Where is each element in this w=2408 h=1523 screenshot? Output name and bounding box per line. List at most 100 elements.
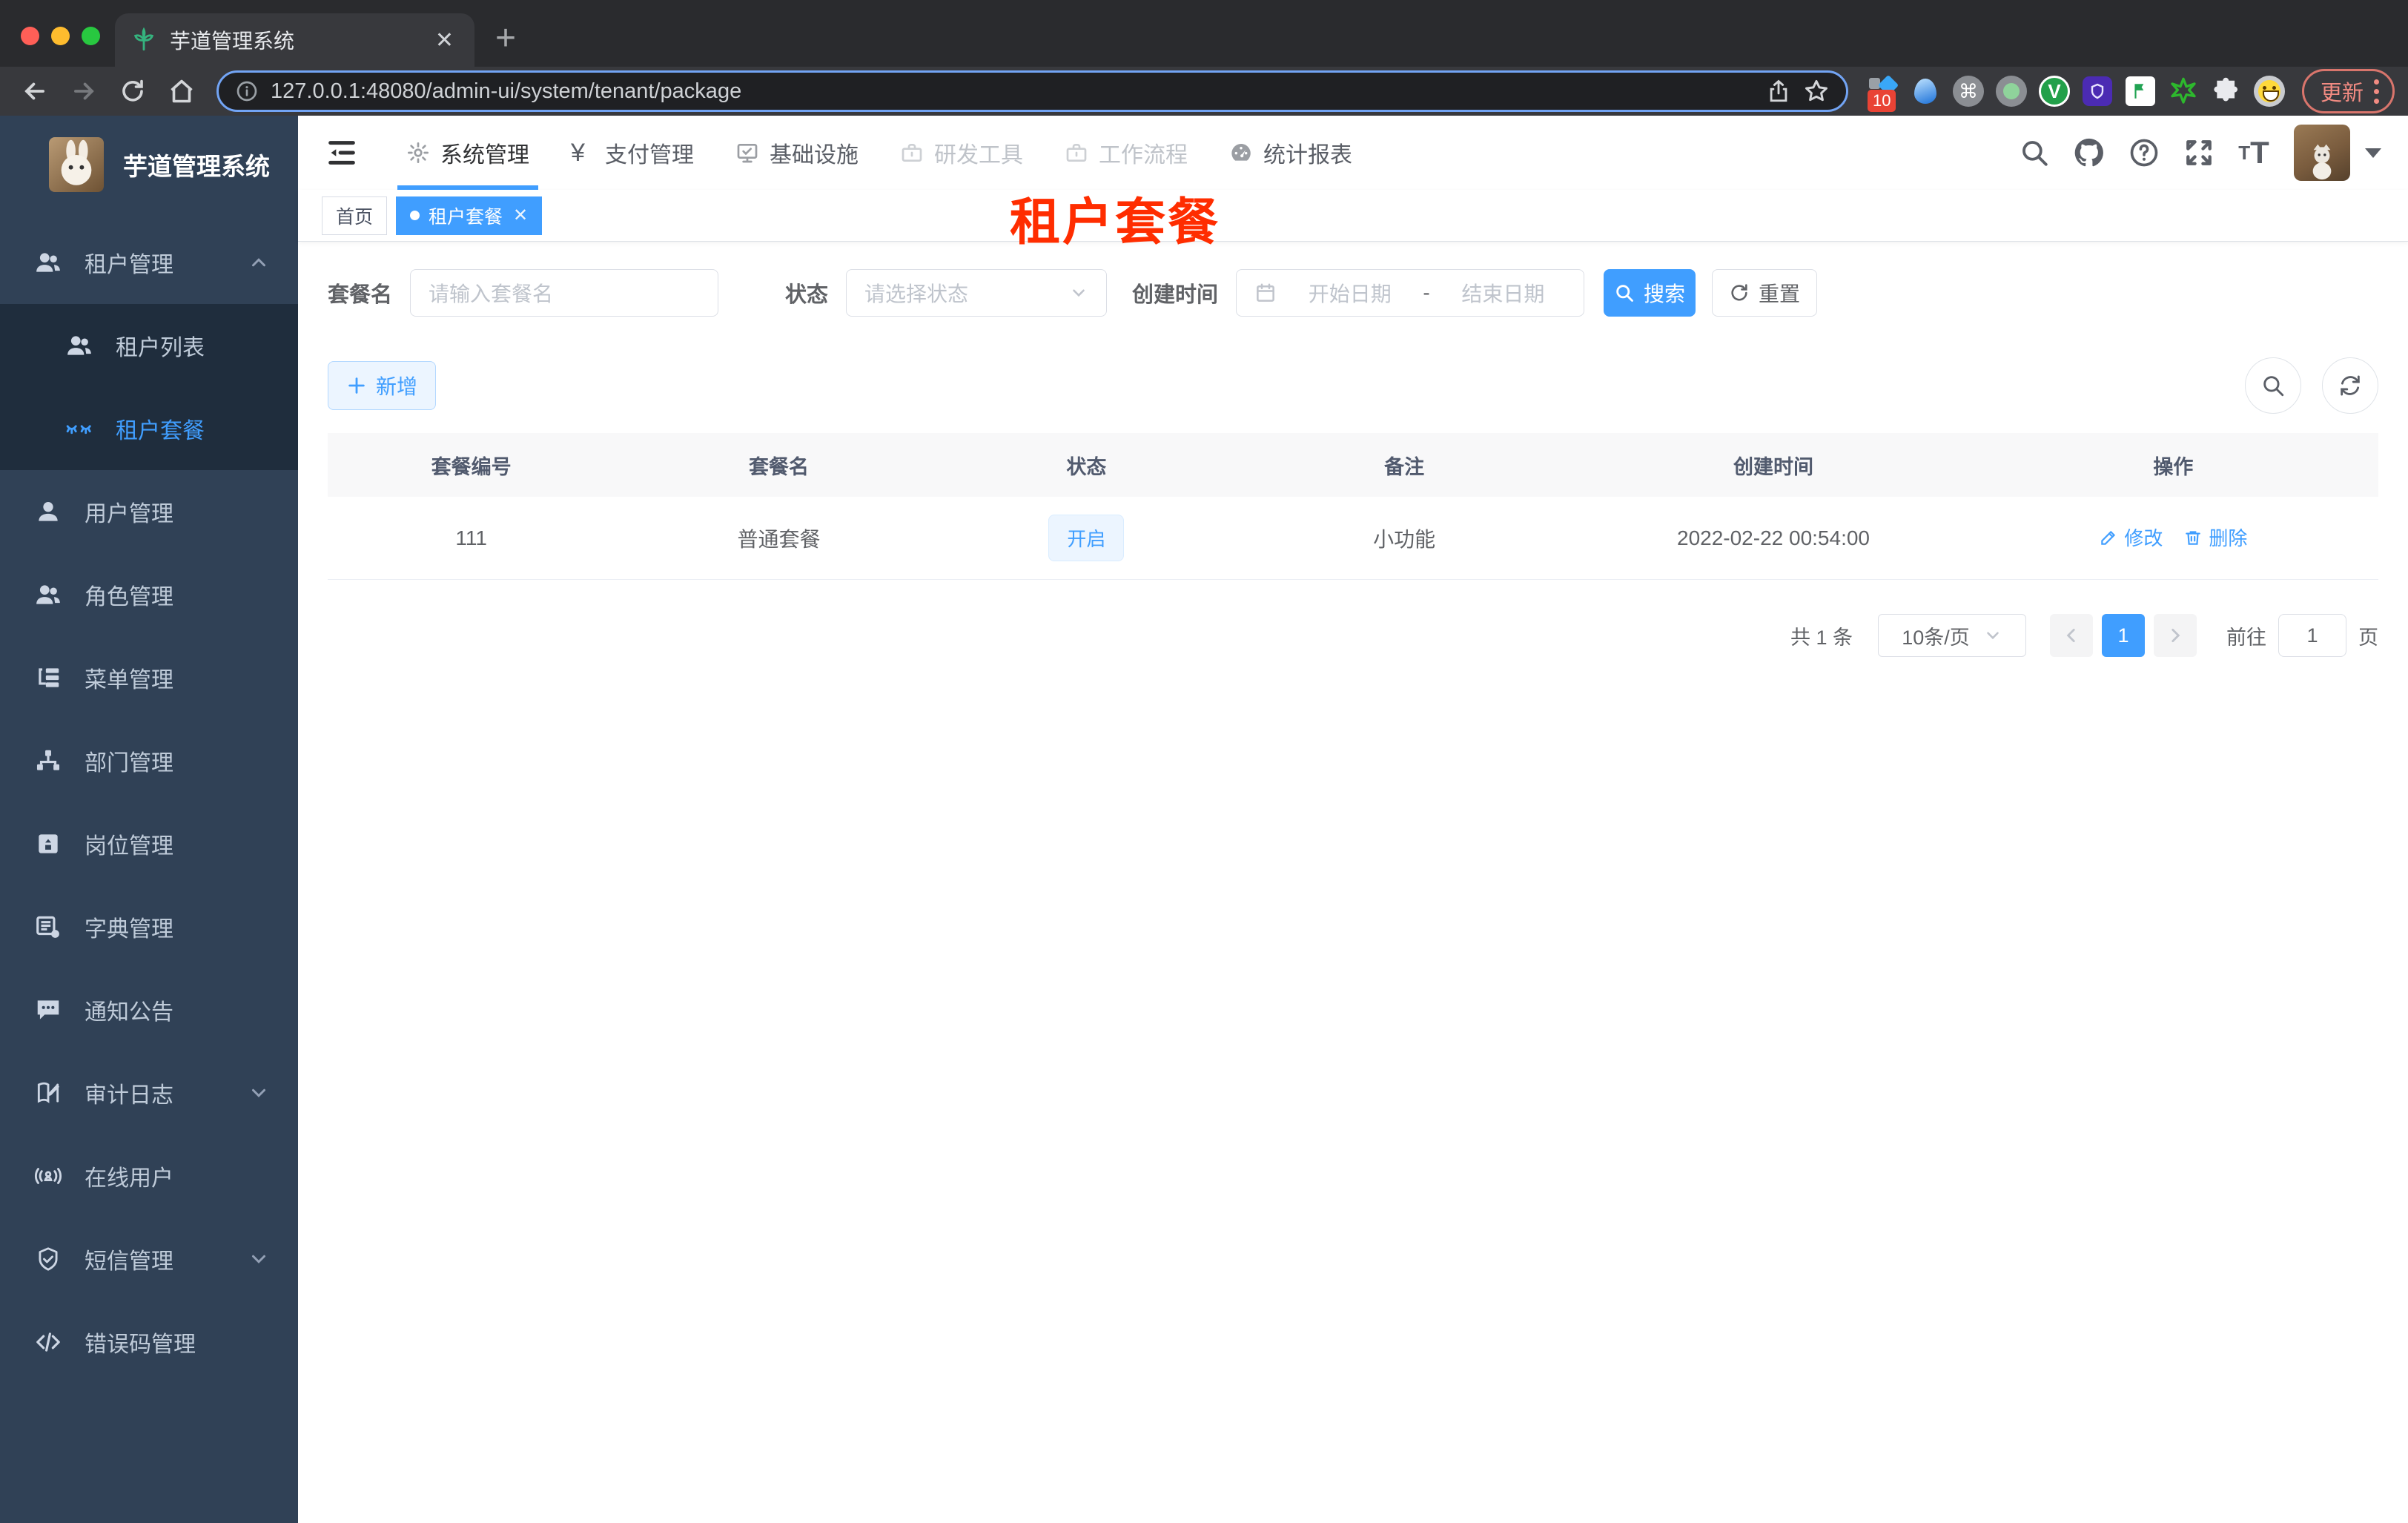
tags-view: 首页 租户套餐 ✕ [298, 190, 2408, 242]
extension-gem-icon[interactable] [1909, 75, 1942, 108]
tag-tenant-package[interactable]: 租户套餐 ✕ [396, 196, 543, 235]
range-separator: - [1423, 281, 1430, 304]
home-button[interactable] [160, 70, 203, 113]
extension-v-icon[interactable]: V [2038, 75, 2071, 108]
tab-title: 芋道管理系统 [170, 30, 295, 53]
help-icon[interactable] [2125, 133, 2163, 172]
trash-icon [2186, 531, 2201, 545]
forward-button[interactable] [62, 70, 105, 113]
goto-page-input[interactable]: 1 [2278, 614, 2346, 657]
broadcast-user-icon [35, 1168, 62, 1184]
tab-close-icon[interactable]: ✕ [431, 27, 458, 53]
date-range-picker[interactable]: 开始日期 - 结束日期 [1236, 269, 1585, 317]
edit-link[interactable]: 修改 [2099, 523, 2163, 551]
topnav-infra[interactable]: 基础设施 [715, 116, 879, 190]
sidebar-item-audit-log[interactable]: 审计日志 [0, 1051, 298, 1134]
refresh-table-button[interactable] [2322, 357, 2378, 414]
extension-star-icon[interactable] [2167, 75, 2200, 108]
sidebar-item-post-management[interactable]: 岗位管理 [0, 802, 298, 885]
search-icon [2263, 376, 2284, 397]
sidebar-item-tenant-list[interactable]: 租户列表 [0, 304, 298, 387]
org-chart-icon [36, 750, 60, 770]
extension-badge: 10 [1867, 90, 1896, 112]
site-info-icon[interactable] [235, 79, 259, 103]
next-page-button[interactable] [2154, 614, 2197, 657]
prev-page-button[interactable] [2050, 614, 2093, 657]
topnav-system[interactable]: 系统管理 [386, 116, 550, 190]
github-icon[interactable] [2070, 133, 2108, 172]
bookmark-star-icon[interactable] [1803, 78, 1830, 105]
extension-tiles-icon[interactable]: 10 [1866, 74, 1899, 112]
sidebar-item-role-management[interactable]: 角色管理 [0, 553, 298, 636]
tag-home[interactable]: 首页 [322, 196, 388, 235]
package-name-input[interactable]: 请输入套餐名 [410, 269, 719, 317]
column-header: 状态 [1066, 455, 1107, 478]
sidebar-item-dict-management[interactable]: 字典管理 [0, 885, 298, 968]
sidebar-item-online-users[interactable]: 在线用户 [0, 1134, 298, 1218]
new-tab-button[interactable]: + [495, 16, 516, 61]
sidebar-item-notice[interactable]: 通知公告 [0, 968, 298, 1051]
extensions-puzzle-icon[interactable] [2210, 75, 2243, 108]
fullscreen-icon[interactable] [2180, 133, 2218, 172]
extension-dot-icon[interactable] [1995, 75, 2028, 108]
extension-emoji-icon[interactable] [2253, 75, 2286, 108]
active-dot [410, 211, 420, 220]
topnav-report[interactable]: 统计报表 [1208, 116, 1373, 190]
total-count: 共 1 条 [1790, 626, 1853, 649]
extension-icons: 10 ⌘ V [1866, 74, 2286, 112]
extension-command-icon[interactable]: ⌘ [1952, 75, 1985, 108]
topnav-pay[interactable]: ¥ 支付管理 [550, 116, 715, 190]
browser-menu-icon[interactable] [2374, 79, 2379, 104]
browser-tabstrip: 芋道管理系统 ✕ + [0, 0, 2408, 67]
tag-close-icon[interactable]: ✕ [513, 205, 528, 226]
extension-flag-icon[interactable] [2124, 75, 2157, 108]
reload-button[interactable] [111, 70, 154, 113]
address-bar[interactable]: 127.0.0.1:48080/admin-ui/system/tenant/p… [216, 70, 1848, 112]
end-date-placeholder[interactable]: 结束日期 [1440, 278, 1566, 308]
sidebar-collapse-icon[interactable] [325, 136, 359, 170]
window-controls[interactable] [21, 27, 100, 45]
briefcase-icon [902, 144, 922, 162]
badge-icon [39, 834, 58, 853]
sidebar-item-tenant-management[interactable]: 租户管理 [0, 221, 298, 304]
start-date-placeholder[interactable]: 开始日期 [1287, 278, 1412, 308]
monitor-check-icon [737, 144, 758, 163]
data-table: 套餐编号 套餐名 状态 备注 创建时间 操作 111 普通套餐 开启 小功能 2… [328, 433, 2378, 580]
back-button[interactable] [13, 70, 56, 113]
search-button[interactable]: 搜索 [1604, 269, 1696, 317]
page-number-button[interactable]: 1 [2102, 614, 2145, 657]
search-icon [1616, 285, 1633, 302]
minimize-window-button[interactable] [51, 27, 70, 45]
extension-shield-icon[interactable] [2081, 75, 2114, 108]
url-text[interactable]: 127.0.0.1:48080/admin-ui/system/tenant/p… [271, 79, 1754, 104]
sidebar-item-error-code[interactable]: 错误码管理 [0, 1301, 298, 1384]
reset-button[interactable]: 重置 [1712, 269, 1818, 317]
status-select[interactable]: 请选择状态 [846, 269, 1108, 317]
topnav-dev-tools[interactable]: 研发工具 [879, 116, 1044, 190]
user-avatar[interactable] [2294, 125, 2350, 181]
user-icon [39, 502, 58, 521]
sidebar-item-menu-management[interactable]: 菜单管理 [0, 636, 298, 719]
font-size-icon[interactable]: TT [2235, 133, 2273, 172]
close-window-button[interactable] [21, 27, 39, 45]
chevron-down-icon [252, 1255, 265, 1263]
header-search-icon[interactable] [2015, 133, 2054, 172]
topnav-workflow[interactable]: 工作流程 [1044, 116, 1208, 190]
sidebar-item-sms-management[interactable]: 短信管理 [0, 1218, 298, 1301]
avatar-caret-icon[interactable] [2365, 148, 2381, 158]
add-button[interactable]: 新增 [328, 361, 436, 410]
sidebar-item-tenant-package[interactable]: 租户套餐 [0, 387, 298, 470]
zoom-window-button[interactable] [82, 27, 100, 45]
page-size-select[interactable]: 10条/页 [1878, 614, 2026, 657]
sidebar-item-user-management[interactable]: 用户管理 [0, 470, 298, 553]
refresh-icon [1731, 284, 1747, 301]
gear-icon [408, 142, 429, 163]
sidebar-logo[interactable]: 芋道管理系统 [0, 126, 298, 203]
delete-link[interactable]: 删除 [2183, 523, 2247, 551]
chrome-update-button[interactable]: 更新 [2301, 69, 2395, 113]
share-icon[interactable] [1766, 79, 1791, 104]
show-search-toggle-button[interactable] [2245, 357, 2301, 414]
sidebar-item-dept-management[interactable]: 部门管理 [0, 719, 298, 802]
pen-icon [2101, 530, 2116, 545]
browser-tab[interactable]: 芋道管理系统 ✕ [115, 13, 474, 67]
